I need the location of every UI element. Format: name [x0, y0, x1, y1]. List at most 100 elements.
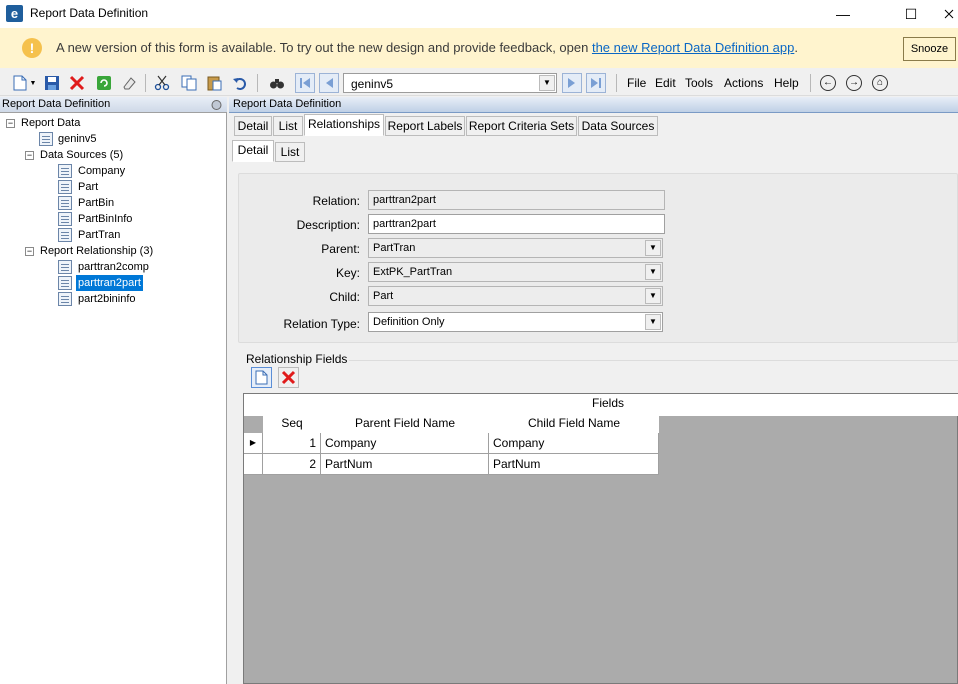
menu-tools[interactable]: Tools — [685, 76, 713, 90]
record-combo-value: geninv5 — [351, 77, 394, 91]
tree-item-partbininfo[interactable]: PartBinInfo — [78, 211, 132, 227]
tab-data-sources[interactable]: Data Sources — [578, 116, 658, 136]
delete-field-button[interactable] — [278, 367, 299, 388]
first-record-icon[interactable] — [295, 73, 315, 93]
clear-icon[interactable] — [119, 73, 139, 93]
cut-icon[interactable] — [152, 73, 172, 93]
table-cell-seq[interactable]: 1 — [263, 433, 321, 454]
collapse-relationships-icon[interactable]: − — [25, 247, 34, 256]
chevron-down-icon[interactable]: ▼ — [645, 240, 661, 256]
tree-item-parttran2comp[interactable]: parttran2comp — [78, 259, 149, 275]
relationship-icon — [58, 292, 72, 306]
child-label: Child: — [329, 290, 360, 304]
collapse-report-data-icon[interactable]: − — [6, 119, 15, 128]
close-window-button[interactable] — [940, 0, 958, 28]
save-icon[interactable] — [42, 73, 62, 93]
column-header-parent-field-name[interactable]: Parent Field Name — [321, 414, 489, 433]
previous-record-icon[interactable] — [319, 73, 339, 93]
table-icon — [58, 196, 72, 210]
pin-icon[interactable] — [210, 99, 223, 111]
tree-item-part2bininfo[interactable]: part2bininfo — [78, 291, 136, 307]
chevron-down-icon[interactable]: ▼ — [539, 75, 555, 91]
relation-type-value: Definition Only — [373, 316, 445, 328]
delete-icon[interactable] — [67, 73, 87, 93]
relationship-icon — [58, 260, 72, 274]
parent-value: PartTran — [373, 242, 416, 254]
banner-text: A new version of this form is available.… — [56, 40, 592, 55]
tree-item-part[interactable]: Part — [78, 179, 98, 195]
table-cell-seq[interactable]: 2 — [263, 454, 321, 475]
back-arrow-icon[interactable]: ← — [820, 75, 836, 91]
grid-band: Fields — [244, 394, 958, 414]
child-value: Part — [373, 290, 394, 302]
toolbar-separator — [616, 74, 617, 92]
tree-item-geninv5[interactable]: geninv5 — [58, 131, 97, 147]
table-cell-child-field[interactable]: Company — [489, 433, 659, 454]
paste-icon[interactable] — [204, 73, 224, 93]
column-header-child-field-name[interactable]: Child Field Name — [489, 414, 659, 433]
tab-relationships[interactable]: Relationships — [304, 114, 384, 136]
update-banner: ! A new version of this form is availabl… — [0, 28, 958, 68]
next-record-icon[interactable] — [562, 73, 582, 93]
document-icon — [39, 132, 53, 146]
menu-file[interactable]: File — [627, 76, 646, 90]
relation-type-select[interactable]: Definition Only ▼ — [368, 312, 663, 332]
window-title: Report Data Definition — [30, 6, 149, 20]
tree-item-report-data[interactable]: Report Data — [21, 115, 80, 131]
parent-select[interactable]: PartTran ▼ — [368, 238, 663, 258]
table-cell-parent-field[interactable]: Company — [321, 433, 489, 454]
tree-item-parttran2part[interactable]: parttran2part — [76, 275, 143, 291]
refresh-icon[interactable] — [94, 73, 114, 93]
key-select[interactable]: ExtPK_PartTran ▼ — [368, 262, 663, 282]
chevron-down-icon[interactable]: ▼ — [645, 314, 661, 330]
description-field[interactable]: parttran2part — [368, 214, 665, 234]
tree-item-company[interactable]: Company — [78, 163, 125, 179]
menu-actions[interactable]: Actions — [724, 76, 763, 90]
new-dropdown-icon[interactable]: ▼ — [28, 73, 38, 93]
add-field-button[interactable] — [251, 367, 272, 388]
home-icon[interactable]: ⌂ — [872, 75, 888, 91]
detail-panel: Report Data Definition Detail List Relat… — [229, 97, 958, 684]
collapse-data-sources-icon[interactable]: − — [25, 151, 34, 160]
relationship-fields-label: Relationship Fields — [246, 352, 348, 366]
tab-report-labels[interactable]: Report Labels — [385, 116, 465, 136]
relation-field[interactable]: parttran2part — [368, 190, 665, 210]
tab-list[interactable]: List — [273, 116, 303, 136]
column-header-seq[interactable]: Seq — [263, 414, 321, 433]
fields-band-label: Fields — [592, 396, 625, 410]
toolbar: ▼ geninv5 ▼ File Edit Tools Actions Help… — [0, 70, 958, 96]
tree-item-partbin[interactable]: PartBin — [78, 195, 114, 211]
forward-arrow-icon[interactable]: → — [846, 75, 862, 91]
table-icon — [58, 180, 72, 194]
minimize-button[interactable]: — — [820, 0, 866, 28]
description-label: Description: — [296, 218, 360, 232]
tree-item-parttran[interactable]: PartTran — [78, 227, 120, 243]
subtab-detail[interactable]: Detail — [232, 140, 274, 162]
chevron-down-icon[interactable]: ▼ — [645, 288, 661, 304]
new-icon[interactable] — [10, 73, 30, 93]
tab-report-criteria-sets[interactable]: Report Criteria Sets — [466, 116, 577, 136]
tree-item-data-sources[interactable]: Data Sources (5) — [40, 147, 123, 163]
chevron-down-icon[interactable]: ▼ — [645, 264, 661, 280]
title-bar: e Report Data Definition — ☐ — [0, 0, 958, 28]
subtab-list[interactable]: List — [275, 142, 305, 162]
new-app-link[interactable]: the new Report Data Definition app — [592, 40, 794, 55]
undo-icon[interactable] — [230, 73, 250, 93]
tab-detail[interactable]: Detail — [234, 116, 272, 136]
snooze-button[interactable]: Snooze — [903, 37, 956, 61]
maximize-button[interactable]: ☐ — [888, 0, 934, 28]
warning-icon: ! — [22, 38, 42, 58]
app-icon: e — [6, 5, 23, 22]
menu-edit[interactable]: Edit — [655, 76, 676, 90]
table-cell-child-field[interactable]: PartNum — [489, 454, 659, 475]
menu-help[interactable]: Help — [774, 76, 799, 90]
tree-item-report-relationship[interactable]: Report Relationship (3) — [40, 243, 153, 259]
parent-label: Parent: — [321, 242, 360, 256]
search-icon[interactable] — [267, 73, 287, 93]
last-record-icon[interactable] — [586, 73, 606, 93]
group-divider — [349, 360, 958, 361]
table-cell-parent-field[interactable]: PartNum — [321, 454, 489, 475]
copy-icon[interactable] — [179, 73, 199, 93]
child-select[interactable]: Part ▼ — [368, 286, 663, 306]
record-combo[interactable]: geninv5 ▼ — [343, 73, 557, 93]
